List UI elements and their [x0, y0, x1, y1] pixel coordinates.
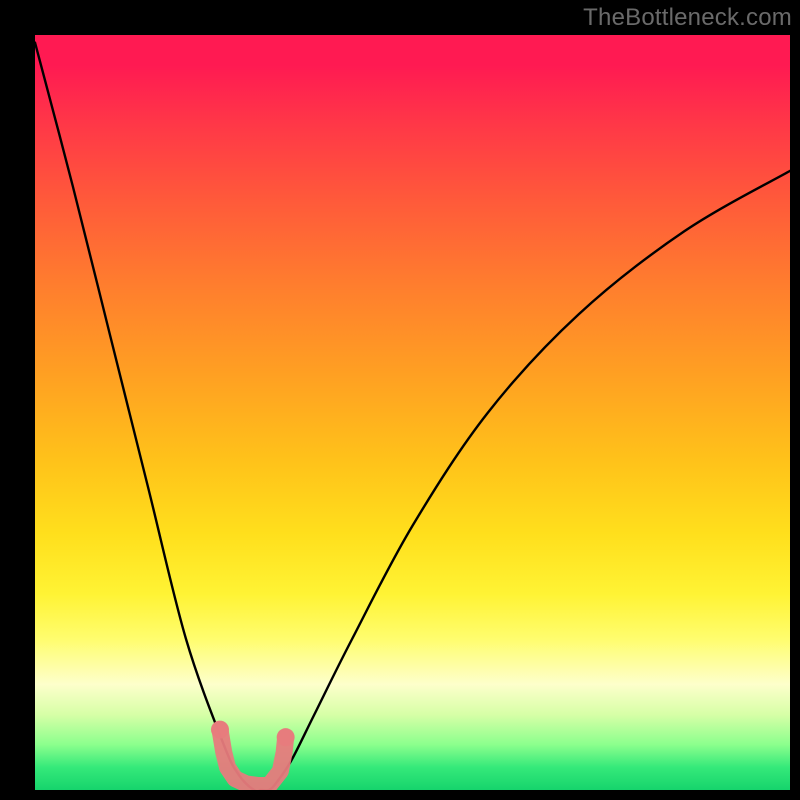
chart-frame: TheBottleneck.com	[0, 0, 800, 800]
highlight-markers	[211, 721, 295, 786]
watermark-text: TheBottleneck.com	[583, 4, 792, 32]
chart-svg	[35, 35, 790, 790]
plot-area	[35, 35, 790, 790]
bottleneck-curve	[35, 43, 790, 790]
